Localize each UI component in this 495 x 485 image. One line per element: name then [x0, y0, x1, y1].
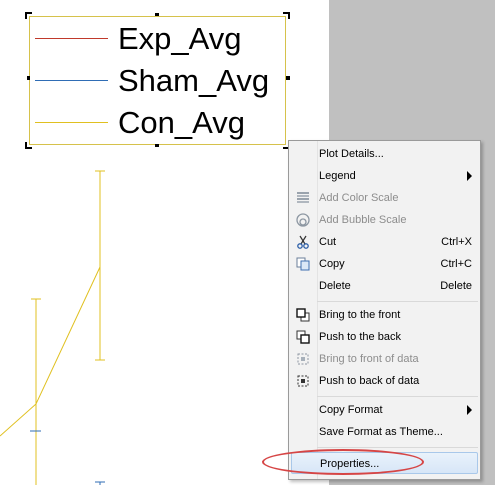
- bring-front-data-icon: [297, 353, 309, 365]
- menu-item-push-to-back[interactable]: Push to the back: [291, 326, 478, 348]
- menu-item-add-color-scale[interactable]: Add Color Scale: [291, 187, 478, 209]
- con-series-line: [0, 266, 101, 437]
- shortcut-label: Delete: [440, 280, 472, 292]
- shortcut-label: Ctrl+C: [440, 258, 472, 270]
- submenu-arrow-icon: [467, 171, 472, 181]
- push-back-data-icon: [297, 375, 309, 387]
- selection-handle[interactable]: [25, 142, 32, 149]
- context-menu: Plot Details... Legend Add Color Scale A…: [288, 140, 481, 480]
- menu-item-push-to-back-of-data[interactable]: Push to back of data: [291, 370, 478, 392]
- menu-item-label: Add Color Scale: [319, 192, 399, 204]
- bring-front-icon: [296, 308, 310, 322]
- menu-item-legend[interactable]: Legend: [291, 165, 478, 187]
- bubble-scale-icon: [296, 213, 310, 227]
- menu-item-label: Save Format as Theme...: [319, 426, 443, 438]
- legend-label: Con_Avg: [118, 105, 245, 140]
- menu-item-save-format-as-theme[interactable]: Save Format as Theme...: [291, 421, 478, 443]
- menu-item-label: Bring to the front: [319, 309, 401, 321]
- legend-box[interactable]: Exp_Avg Sham_Avg Con_Avg: [29, 16, 286, 145]
- menu-item-label: Push to back of data: [319, 375, 420, 387]
- legend-label: Exp_Avg: [118, 21, 242, 56]
- menu-item-plot-details[interactable]: Plot Details...: [291, 143, 478, 165]
- con-line-swatch: [35, 122, 108, 123]
- copy-icon: [296, 257, 310, 271]
- menu-item-label: Cut: [319, 236, 337, 248]
- selection-handle[interactable]: [25, 12, 32, 19]
- menu-item-label: Copy Format: [319, 404, 383, 416]
- menu-item-label: Copy: [319, 258, 345, 270]
- menu-item-label: Add Bubble Scale: [319, 214, 407, 226]
- menu-separator: [317, 447, 478, 448]
- legend-label: Sham_Avg: [118, 63, 270, 98]
- menu-separator: [317, 301, 478, 302]
- selection-handle[interactable]: [283, 12, 290, 19]
- exp-line-swatch: [35, 38, 108, 39]
- color-scale-icon: [297, 192, 309, 203]
- menu-item-label: Plot Details...: [319, 148, 384, 160]
- submenu-arrow-icon: [467, 405, 472, 415]
- menu-item-label: Legend: [319, 170, 356, 182]
- menu-item-bring-to-front-of-data[interactable]: Bring to front of data: [291, 348, 478, 370]
- push-back-icon: [296, 330, 310, 344]
- menu-item-label: Push to the back: [319, 331, 401, 343]
- selection-handle[interactable]: [155, 13, 159, 16]
- scissors-icon: [297, 235, 309, 249]
- menu-item-label: Delete: [319, 280, 351, 292]
- selection-handle[interactable]: [286, 76, 290, 80]
- menu-item-copy[interactable]: Copy Ctrl+C: [291, 253, 478, 275]
- selection-handle[interactable]: [27, 76, 30, 80]
- selection-handle[interactable]: [155, 144, 159, 147]
- menu-item-copy-format[interactable]: Copy Format: [291, 399, 478, 421]
- graph-page: Exp_Avg Sham_Avg Con_Avg: [0, 0, 329, 485]
- menu-item-bring-to-front[interactable]: Bring to the front: [291, 304, 478, 326]
- menu-separator: [317, 396, 478, 397]
- shortcut-label: Ctrl+X: [441, 236, 472, 248]
- menu-item-add-bubble-scale[interactable]: Add Bubble Scale: [291, 209, 478, 231]
- menu-item-label: Bring to front of data: [319, 353, 419, 365]
- highlight-annotation-ellipse: [262, 449, 424, 475]
- sham-line-swatch: [35, 80, 108, 81]
- menu-item-cut[interactable]: Cut Ctrl+X: [291, 231, 478, 253]
- menu-item-delete[interactable]: Delete Delete: [291, 275, 478, 297]
